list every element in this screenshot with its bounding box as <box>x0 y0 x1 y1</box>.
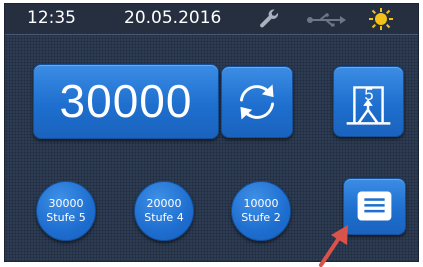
current-date: 20.05.2016 <box>124 8 222 28</box>
wrench-icon <box>257 7 281 35</box>
counter-value-button[interactable]: 30000 <box>33 64 219 139</box>
sun-icon <box>366 7 396 35</box>
clock-time: 12:35 <box>27 8 76 28</box>
preset-value: 10000 <box>243 197 279 210</box>
device-screen: 12:35 20.05.2016 30000 5 30000 Stufe 5 2… <box>4 3 419 262</box>
preset-button-1[interactable]: 30000 Stufe 5 <box>36 181 96 241</box>
level-number: 5 <box>364 85 373 104</box>
usb-icon <box>306 12 346 31</box>
refresh-icon <box>239 84 275 120</box>
status-bar: 12:35 20.05.2016 <box>5 4 418 35</box>
preset-button-2[interactable]: 20000 Stufe 4 <box>134 181 194 241</box>
refresh-button[interactable] <box>221 66 293 138</box>
preset-value: 30000 <box>48 197 84 210</box>
level-select-button[interactable]: 5 <box>333 66 404 137</box>
preset-button-3[interactable]: 10000 Stufe 2 <box>231 181 291 241</box>
counter-value: 30000 <box>59 75 193 127</box>
preset-value: 20000 <box>146 197 182 210</box>
preset-label: Stufe 4 <box>144 211 184 224</box>
preset-label: Stufe 2 <box>241 211 281 224</box>
level-stack-icon: 5 <box>346 85 391 125</box>
annotation-arrow-icon <box>319 225 348 267</box>
preset-label: Stufe 5 <box>46 211 86 224</box>
